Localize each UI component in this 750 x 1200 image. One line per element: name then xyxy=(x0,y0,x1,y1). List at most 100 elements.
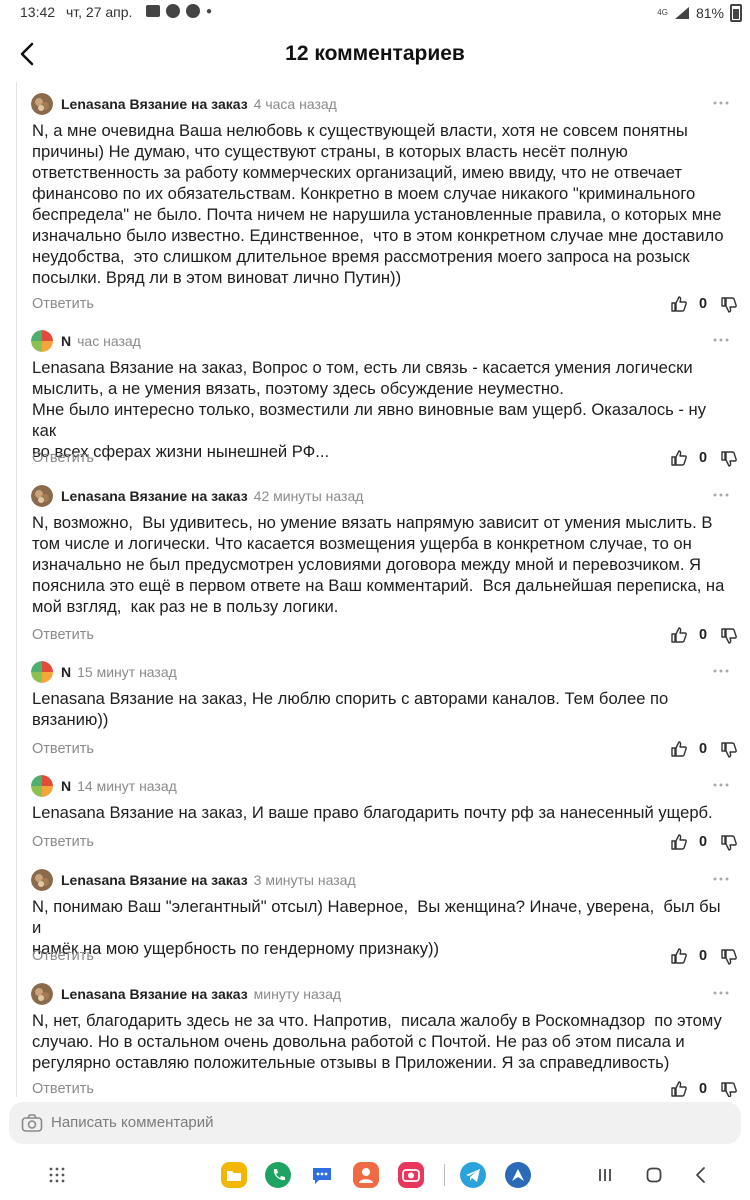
comment-composer[interactable]: Написать комментарий xyxy=(9,1102,741,1144)
more-notifications-dot: ● xyxy=(206,5,213,17)
thumbs-down-icon[interactable] xyxy=(720,834,738,852)
thumbs-up-icon[interactable] xyxy=(670,740,688,758)
avatar[interactable] xyxy=(31,93,53,115)
messages-app-icon[interactable] xyxy=(309,1162,335,1188)
thumbs-up-icon[interactable] xyxy=(670,1080,688,1097)
comment-author[interactable]: Lenasana Вязание на заказ xyxy=(61,986,248,1002)
home-icon[interactable] xyxy=(645,1166,663,1184)
yarn-avatar-icon xyxy=(31,93,53,115)
thumbs-up-icon[interactable] xyxy=(670,295,688,313)
system-back-icon[interactable] xyxy=(692,1166,710,1184)
thumbs-down-icon[interactable] xyxy=(720,627,738,645)
notification-icons: ● xyxy=(146,4,212,18)
reply-button[interactable]: Ответить xyxy=(32,627,94,643)
comment-text: N, а мне очевидна Ваша нелюбовь к сущест… xyxy=(32,121,724,287)
avatar[interactable] xyxy=(31,869,53,891)
telegram-app-icon[interactable] xyxy=(460,1162,486,1188)
recent-apps-icon[interactable] xyxy=(596,1166,614,1184)
yarn-avatar-icon xyxy=(31,869,53,891)
network-type: 4G xyxy=(657,8,668,17)
thumbs-up-icon[interactable] xyxy=(670,449,688,467)
app-grid-icon[interactable] xyxy=(48,1166,66,1184)
pinterest-notification-icon xyxy=(166,4,180,18)
comment-header: Lenasana Вязание на заказ минуту назад xyxy=(31,982,341,1006)
thumbs-down-icon[interactable] xyxy=(720,948,738,966)
more-options-icon[interactable] xyxy=(711,664,731,678)
browser-app-icon[interactable] xyxy=(505,1162,531,1188)
avatar[interactable] xyxy=(31,983,53,1005)
files-app-icon[interactable] xyxy=(221,1162,247,1188)
avatar[interactable] xyxy=(31,485,53,507)
comment-time: 4 часа назад xyxy=(253,96,337,112)
reply-button[interactable]: Ответить xyxy=(32,834,94,850)
thumbs-down-icon[interactable] xyxy=(720,450,738,468)
camera-app-icon[interactable] xyxy=(398,1162,424,1188)
like-count: 0 xyxy=(699,948,708,964)
battery-percent: 81% xyxy=(695,5,724,21)
thumbs-up-icon[interactable] xyxy=(670,626,688,644)
status-right: 4G 81% xyxy=(657,4,742,22)
comment-author[interactable]: Lenasana Вязание на заказ xyxy=(61,872,248,888)
comment-author[interactable]: Lenasana Вязание на заказ xyxy=(61,488,248,504)
pie-avatar-icon xyxy=(31,775,53,797)
more-options-icon[interactable] xyxy=(711,778,731,792)
status-bar: 13:42 чт, 27 апр. ● 4G 81% xyxy=(0,0,750,26)
comment-text: N, возможно, Вы удивитесь, но умение вяз… xyxy=(32,513,725,616)
reply-button[interactable]: Ответить xyxy=(32,948,94,964)
reply-button[interactable]: Ответить xyxy=(32,450,94,466)
pie-avatar-icon xyxy=(31,661,53,683)
battery-icon xyxy=(730,4,742,22)
more-options-icon[interactable] xyxy=(711,488,731,502)
comment-text: N, нет, благодарить здесь не за что. Нап… xyxy=(32,1011,722,1072)
thumbs-down-icon[interactable] xyxy=(720,1081,738,1097)
comment-text: Lenasana Вязание на заказ, Вопрос о том,… xyxy=(32,358,707,461)
like-count: 0 xyxy=(699,741,708,757)
reply-button[interactable]: Ответить xyxy=(32,1081,94,1097)
comment-text: Lenasana Вязание на заказ, Не люблю спор… xyxy=(32,689,669,729)
system-navigation-bar xyxy=(0,1150,750,1200)
status-date: чт, 27 апр. xyxy=(66,4,133,20)
comment-author[interactable]: N xyxy=(61,333,71,349)
comment-input-placeholder[interactable]: Написать комментарий xyxy=(51,1114,214,1131)
comment-author[interactable]: N xyxy=(61,664,71,680)
comment-time: минуту назад xyxy=(253,986,342,1002)
comment-author[interactable]: Lenasana Вязание на заказ xyxy=(61,96,248,112)
thumbs-down-icon[interactable] xyxy=(720,741,738,759)
like-count: 0 xyxy=(699,296,708,312)
pie-avatar-icon xyxy=(31,330,53,352)
comment-header: Lenasana Вязание на заказ 42 минуты наза… xyxy=(31,484,363,508)
dock-separator xyxy=(444,1164,445,1186)
more-options-icon[interactable] xyxy=(711,96,731,110)
avatar[interactable] xyxy=(31,661,53,683)
thumbs-up-icon[interactable] xyxy=(670,947,688,965)
avatar[interactable] xyxy=(31,330,53,352)
pinterest-notification-icon-2 xyxy=(186,4,200,18)
phone-app-icon[interactable] xyxy=(265,1162,291,1188)
more-options-icon[interactable] xyxy=(711,333,731,347)
page-title: 12 комментариев xyxy=(285,42,465,65)
thumbs-down-icon[interactable] xyxy=(720,296,738,314)
gallery-notification-icon xyxy=(146,5,160,17)
comment-header: N час назад xyxy=(31,329,141,353)
comment-header: Lenasana Вязание на заказ 3 минуты назад xyxy=(31,868,356,892)
like-count: 0 xyxy=(699,450,708,466)
reply-button[interactable]: Ответить xyxy=(32,741,94,757)
comment-time: 3 минуты назад xyxy=(253,872,356,888)
comment-text: N, понимаю Ваш "элегантный" отсыл) Навер… xyxy=(32,897,721,958)
reply-button[interactable]: Ответить xyxy=(32,296,94,312)
comment-header: N 14 минут назад xyxy=(31,774,177,798)
more-options-icon[interactable] xyxy=(711,986,731,1000)
thumbs-up-icon[interactable] xyxy=(670,833,688,851)
comment-author[interactable]: N xyxy=(61,778,71,794)
avatar[interactable] xyxy=(31,775,53,797)
camera-icon[interactable] xyxy=(21,1113,43,1133)
signal-icon xyxy=(674,7,689,19)
more-options-icon[interactable] xyxy=(711,872,731,886)
comment-time: 15 минут назад xyxy=(77,664,177,680)
like-count: 0 xyxy=(699,1081,708,1097)
yarn-avatar-icon xyxy=(31,983,53,1005)
contacts-app-icon[interactable] xyxy=(353,1162,379,1188)
like-count: 0 xyxy=(699,834,708,850)
status-time: 13:42 xyxy=(20,4,56,20)
comment-text: Lenasana Вязание на заказ, И ваше право … xyxy=(32,803,713,822)
